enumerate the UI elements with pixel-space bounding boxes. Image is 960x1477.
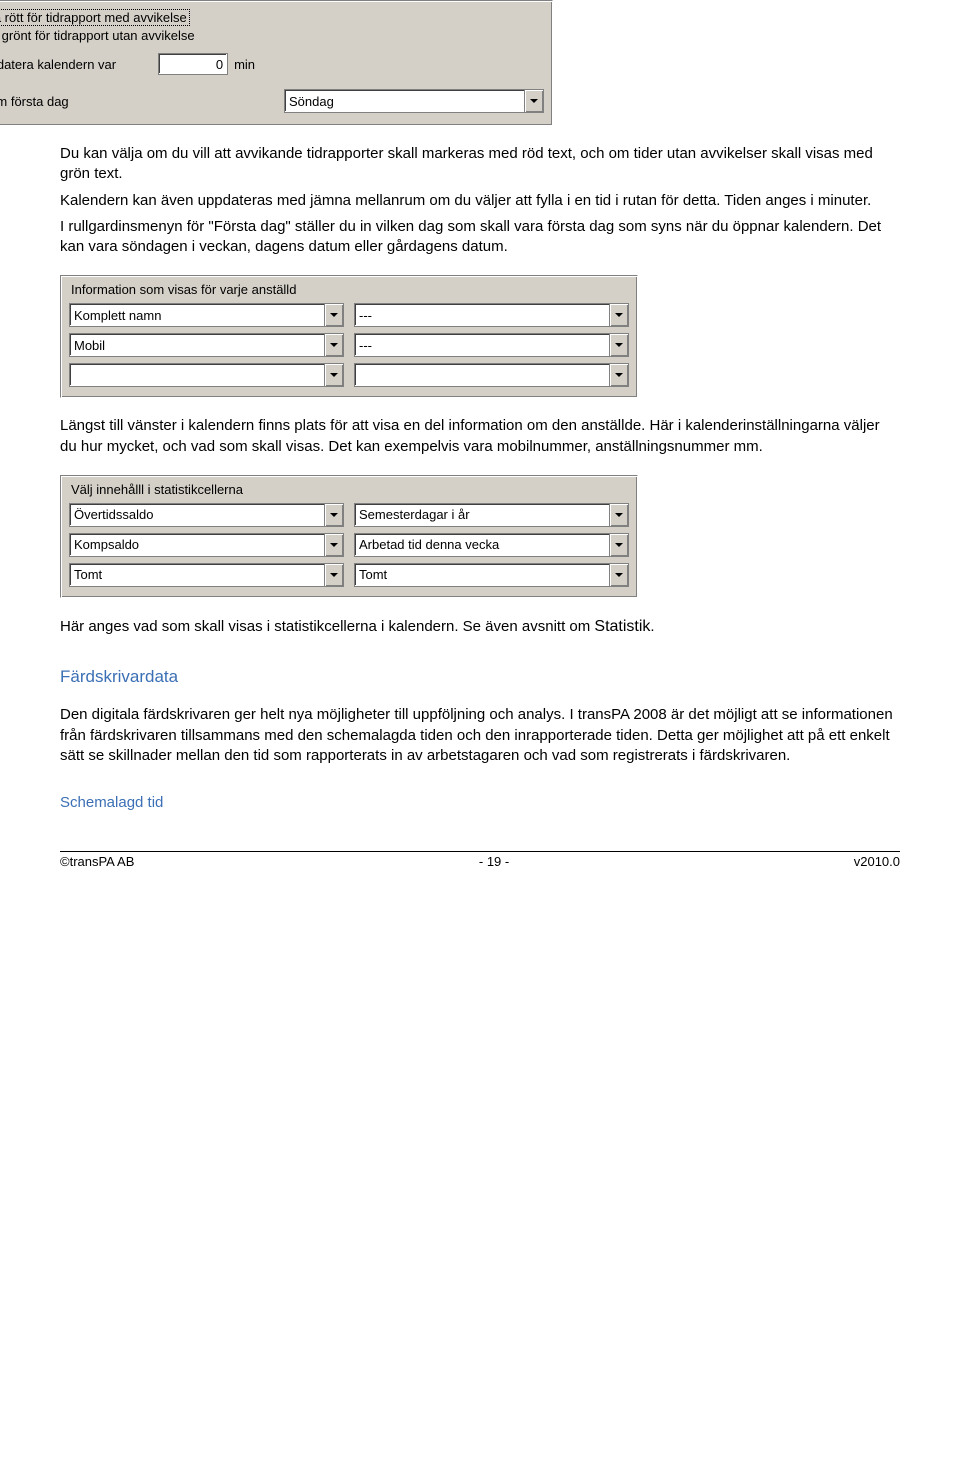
info-right-3-dropdown[interactable] (354, 363, 629, 387)
interval-unit: min (234, 57, 255, 72)
stat-right-1-dropdown[interactable]: Semesterdagar i år (354, 503, 629, 527)
info-right-1-dropdown[interactable]: --- (354, 303, 629, 327)
footer-left: ©transPA AB (60, 854, 134, 869)
footer-center: - 19 - (479, 854, 509, 869)
footer-right: v2010.0 (854, 854, 900, 869)
first-day-dropdown[interactable]: Söndag (284, 89, 544, 113)
dropdown-value: Övertidssaldo (70, 504, 324, 526)
dropdown-value: Kompsaldo (70, 534, 324, 556)
chevron-down-icon (609, 304, 628, 326)
dropdown-value: Mobil (70, 334, 324, 356)
text-run-emphasis: Statistik (594, 618, 650, 635)
panel-title: Välj innehålll i statistikcellerna (71, 482, 629, 497)
chevron-down-icon (324, 364, 343, 386)
info-left-2-dropdown[interactable]: Mobil (69, 333, 344, 357)
text-run: Här anges vad som skall visas i statisti… (60, 618, 594, 635)
checkbox-red-deviation[interactable]: ✓ Visa rött för tidrapport med avvikelse (0, 9, 190, 26)
dropdown-value: --- (355, 334, 609, 356)
chevron-down-icon (609, 364, 628, 386)
dropdown-value: Tomt (355, 564, 609, 586)
body-paragraph: I rullgardinsmenyn för "Första dag" stäl… (60, 217, 900, 258)
settings-panel-calendar: ✓ Visa rött för tidrapport med avvikelse… (0, 0, 553, 126)
interval-input[interactable]: 0 (158, 53, 228, 75)
stat-left-1-dropdown[interactable]: Övertidssaldo (69, 503, 344, 527)
chevron-down-icon (324, 304, 343, 326)
chevron-down-icon (324, 504, 343, 526)
checkbox-label: Visa grönt för tidrapport utan avvikelse (0, 28, 195, 43)
chevron-down-icon (609, 334, 628, 356)
first-day-label: Visa som första dag (0, 94, 284, 109)
section-heading: Färdskrivardata (60, 667, 900, 687)
panel-title: Information som visas för varje anställd (71, 282, 629, 297)
chevron-down-icon (609, 504, 628, 526)
chevron-down-icon (524, 90, 543, 112)
interval-value: 0 (216, 57, 223, 72)
dropdown-value: Arbetad tid denna vecka (355, 534, 609, 556)
body-paragraph: Kalendern kan även uppdateras med jämna … (60, 191, 900, 211)
checkbox-green-no-deviation[interactable]: ✓ Visa grönt för tidrapport utan avvikel… (0, 28, 195, 43)
stat-left-3-dropdown[interactable]: Tomt (69, 563, 344, 587)
chevron-down-icon (324, 564, 343, 586)
info-left-1-dropdown[interactable]: Komplett namn (69, 303, 344, 327)
dropdown-value: Semesterdagar i år (355, 504, 609, 526)
checkbox-update-interval[interactable]: Uppdatera kalendern var (0, 57, 116, 72)
stat-right-2-dropdown[interactable]: Arbetad tid denna vecka (354, 533, 629, 557)
chevron-down-icon (609, 564, 628, 586)
info-left-3-dropdown[interactable] (69, 363, 344, 387)
chevron-down-icon (609, 534, 628, 556)
body-paragraph: Du kan välja om du vill att avvikande ti… (60, 144, 900, 185)
chevron-down-icon (324, 334, 343, 356)
dropdown-value: Söndag (285, 90, 524, 112)
dropdown-value: Tomt (70, 564, 324, 586)
dropdown-value (70, 364, 324, 386)
body-paragraph: Här anges vad som skall visas i statisti… (60, 616, 900, 638)
text-run: . (650, 618, 654, 635)
dropdown-value: --- (355, 304, 609, 326)
settings-panel-statistics: Välj innehålll i statistikcellerna Övert… (60, 475, 638, 598)
checkbox-label: Visa rött för tidrapport med avvikelse (0, 9, 190, 26)
checkbox-label: Uppdatera kalendern var (0, 57, 116, 72)
settings-panel-employee-info: Information som visas för varje anställd… (60, 275, 638, 398)
page-footer: ©transPA AB - 19 - v2010.0 (60, 851, 900, 869)
body-paragraph: Längst till vänster i kalendern finns pl… (60, 416, 900, 457)
info-right-2-dropdown[interactable]: --- (354, 333, 629, 357)
dropdown-value: Komplett namn (70, 304, 324, 326)
sub-heading: Schemalagd tid (60, 794, 900, 811)
stat-left-2-dropdown[interactable]: Kompsaldo (69, 533, 344, 557)
chevron-down-icon (324, 534, 343, 556)
body-paragraph: Den digitala färdskrivaren ger helt nya … (60, 705, 900, 766)
dropdown-value (355, 364, 609, 386)
stat-right-3-dropdown[interactable]: Tomt (354, 563, 629, 587)
